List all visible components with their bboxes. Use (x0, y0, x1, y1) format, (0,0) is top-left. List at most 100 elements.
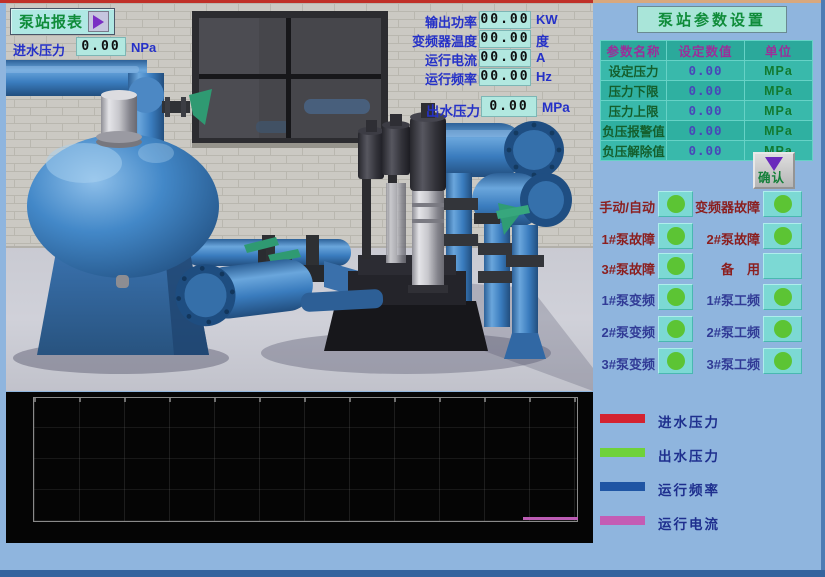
settings-header-row: 参数名称 设定数值 单位 (601, 41, 813, 61)
legend-label: 进水压力 (658, 411, 720, 431)
col-param-name: 参数名称 (601, 41, 667, 61)
param-name: 设定压力 (601, 61, 667, 81)
report-button-label: 泵站报表 (19, 11, 83, 32)
inlet-pressure-label: 进水压力 (13, 40, 65, 59)
bottom-border (0, 570, 825, 577)
lamp-icon (774, 320, 792, 338)
param-name: 负压解除值 (601, 141, 667, 161)
indicator-label: 2#泵变频 (591, 322, 655, 341)
param-unit: MPa (745, 61, 813, 81)
pump3-fault-lamp[interactable] (658, 253, 693, 279)
legend-swatch-frequency (600, 482, 645, 491)
lamp-icon (667, 257, 685, 275)
field-output-power: 输出功率 00.00 KW (395, 11, 580, 30)
param-value[interactable]: 0.00 (667, 121, 745, 141)
field-run-frequency: 运行频率 00.00 Hz (395, 68, 580, 87)
param-name: 负压报警值 (601, 121, 667, 141)
pump2-vfd-lamp[interactable] (658, 316, 693, 342)
indicator-label: 手动/自动 (591, 197, 655, 216)
settings-table: 参数名称 设定数值 单位 设定压力 0.00 MPa 压力下限 0.00 MPa… (600, 40, 813, 161)
indicator-row: 手动/自动 变频器故障 (591, 191, 821, 217)
hmi-pump-station-screen: 泵站报表 进水压力 0.00 NPa 输出功率 00.00 KW 变频器温度 0… (0, 0, 825, 577)
param-name: 压力下限 (601, 81, 667, 101)
param-unit: MPa (745, 121, 813, 141)
indicator-row: 3#泵故障 备 用 (591, 253, 821, 279)
lamp-icon (774, 352, 792, 370)
field-value: 00.00 (479, 11, 531, 29)
outlet-pressure-label: 出水压力 (426, 100, 480, 120)
inverter-fault-lamp[interactable] (763, 191, 802, 217)
indicator-label: 2#泵工频 (692, 322, 760, 341)
indicator-row: 1#泵故障 2#泵故障 (591, 223, 821, 249)
legend-swatch-inlet (600, 414, 645, 423)
field-label: 输出功率 (395, 12, 477, 31)
field-label: 运行电流 (395, 50, 477, 69)
legend-swatch-outlet (600, 448, 645, 457)
manual-auto-lamp[interactable] (658, 191, 693, 217)
spare-lamp[interactable] (763, 253, 802, 279)
table-row: 设定压力 0.00 MPa (601, 61, 813, 81)
legend-label: 运行频率 (658, 479, 720, 499)
pump2-fault-lamp[interactable] (763, 223, 802, 249)
play-icon[interactable] (88, 11, 109, 32)
param-value[interactable]: 0.00 (667, 81, 745, 101)
field-inverter-temp: 变频器温度 00.00 度 (395, 30, 580, 49)
field-run-current: 运行电流 00.00 A (395, 49, 580, 68)
indicator-label: 3#泵变频 (591, 354, 655, 373)
param-value[interactable]: 0.00 (667, 61, 745, 81)
col-set-value: 设定数值 (667, 41, 745, 61)
table-row: 压力上限 0.00 MPa (601, 101, 813, 121)
confirm-button-label: 确认 (758, 167, 785, 186)
axis-ticks (34, 398, 577, 402)
inlet-pressure-value: 0.00 (76, 37, 126, 56)
lamp-icon (774, 288, 792, 306)
confirm-button[interactable]: 确认 (753, 152, 795, 189)
run-current-trace (523, 517, 578, 520)
right-border (821, 0, 825, 577)
pump1-fault-lamp[interactable] (658, 223, 693, 249)
inlet-pressure-unit: NPa (131, 40, 156, 55)
indicator-label: 1#泵故障 (591, 229, 655, 248)
field-unit: Hz (536, 69, 552, 84)
lamp-icon (667, 195, 685, 213)
lamp-icon (667, 227, 685, 245)
report-button[interactable]: 泵站报表 (10, 8, 115, 35)
pump3-vfd-lamp[interactable] (658, 348, 693, 374)
legend-swatch-current (600, 516, 645, 525)
indicator-label: 3#泵故障 (591, 259, 655, 278)
param-unit: MPa (745, 101, 813, 121)
status-indicators: 手动/自动 变频器故障 1#泵故障 2#泵故障 3#泵故障 备 用 1#泵变频 … (591, 191, 821, 381)
field-unit: 度 (536, 31, 549, 50)
pump2-mains-lamp[interactable] (763, 316, 802, 342)
pump1-vfd-lamp[interactable] (658, 284, 693, 310)
table-row: 负压报警值 0.00 MPa (601, 121, 813, 141)
legend-label: 运行电流 (658, 513, 720, 533)
indicator-label: 变频器故障 (692, 197, 760, 216)
trend-chart (6, 392, 593, 543)
pump1-mains-lamp[interactable] (763, 284, 802, 310)
param-value[interactable]: 0.00 (667, 101, 745, 121)
indicator-label: 3#泵工频 (692, 354, 760, 373)
legend-label: 出水压力 (658, 445, 720, 465)
field-value: 00.00 (479, 30, 531, 48)
indicator-label: 1#泵变频 (591, 290, 655, 309)
outlet-pressure-value: 0.00 (481, 96, 537, 117)
field-unit: KW (536, 12, 558, 27)
lamp-icon (667, 288, 685, 306)
top-tan-strip (593, 0, 825, 3)
indicator-row: 3#泵变频 3#泵工频 (591, 348, 821, 374)
col-unit: 单位 (745, 41, 813, 61)
field-label: 变频器温度 (395, 31, 477, 50)
trend-plot-area (33, 397, 578, 522)
indicator-label: 2#泵故障 (692, 229, 760, 248)
lamp-icon (667, 320, 685, 338)
field-unit: A (536, 50, 545, 65)
pump3-mains-lamp[interactable] (763, 348, 802, 374)
indicator-row: 1#泵变频 1#泵工频 (591, 284, 821, 310)
field-label: 运行频率 (395, 69, 477, 88)
table-row: 压力下限 0.00 MPa (601, 81, 813, 101)
indicator-label: 备 用 (692, 259, 760, 278)
lamp-icon (667, 352, 685, 370)
param-value[interactable]: 0.00 (667, 141, 745, 161)
param-name: 压力上限 (601, 101, 667, 121)
